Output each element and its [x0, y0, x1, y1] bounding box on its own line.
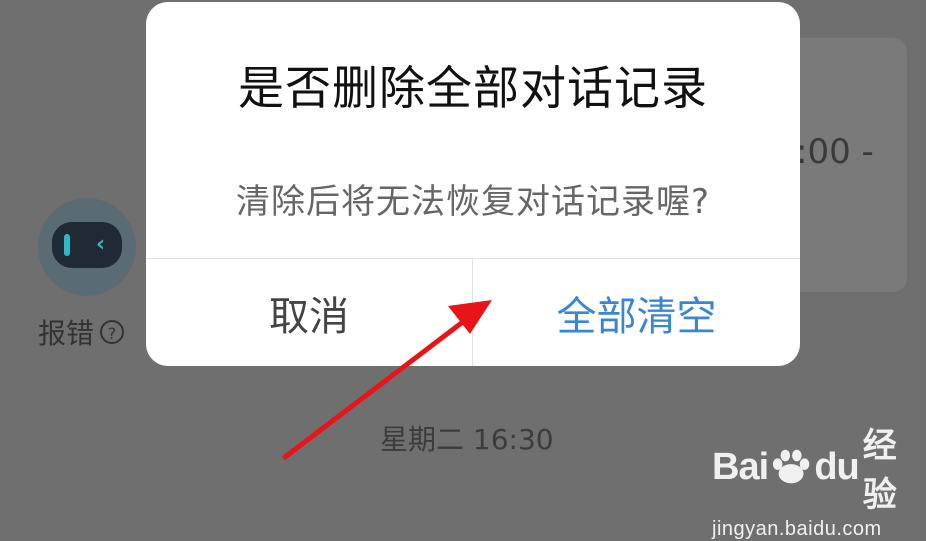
report-error-link[interactable]: 报错 ? [38, 312, 125, 352]
cancel-button[interactable]: 取消 [146, 259, 472, 366]
dialog-title: 是否删除全部对话记录 [238, 61, 708, 115]
watermark-brand-cn: 经验 [862, 426, 897, 515]
robot-avatar[interactable]: ‹ [38, 198, 136, 296]
robot-eye-right: ‹ [96, 232, 106, 257]
report-label: 报错 [38, 317, 95, 350]
clear-all-button[interactable]: 全部清空 [473, 259, 800, 366]
baidu-jingyan-watermark: Bai du 经验 jingyan.baidu.com [712, 418, 926, 541]
paw-icon [773, 449, 810, 484]
confirm-delete-dialog: 是否删除全部对话记录 清除后将无法恢复对话记录喔? 取消 全部清空 [146, 2, 800, 366]
bubble-time-text: :00 - [796, 132, 874, 172]
watermark-url: jingyan.baidu.com [712, 518, 882, 540]
chat-timestamp: 星期二 16:30 [380, 423, 554, 456]
robot-eye-left [64, 234, 70, 256]
watermark-brand-right: du [814, 445, 859, 488]
dialog-message: 清除后将无法恢复对话记录喔? [235, 182, 711, 222]
help-icon: ? [100, 320, 125, 344]
watermark-brand-left: Bai [712, 445, 769, 488]
watermark-logo: Bai du 经验 [712, 418, 926, 516]
